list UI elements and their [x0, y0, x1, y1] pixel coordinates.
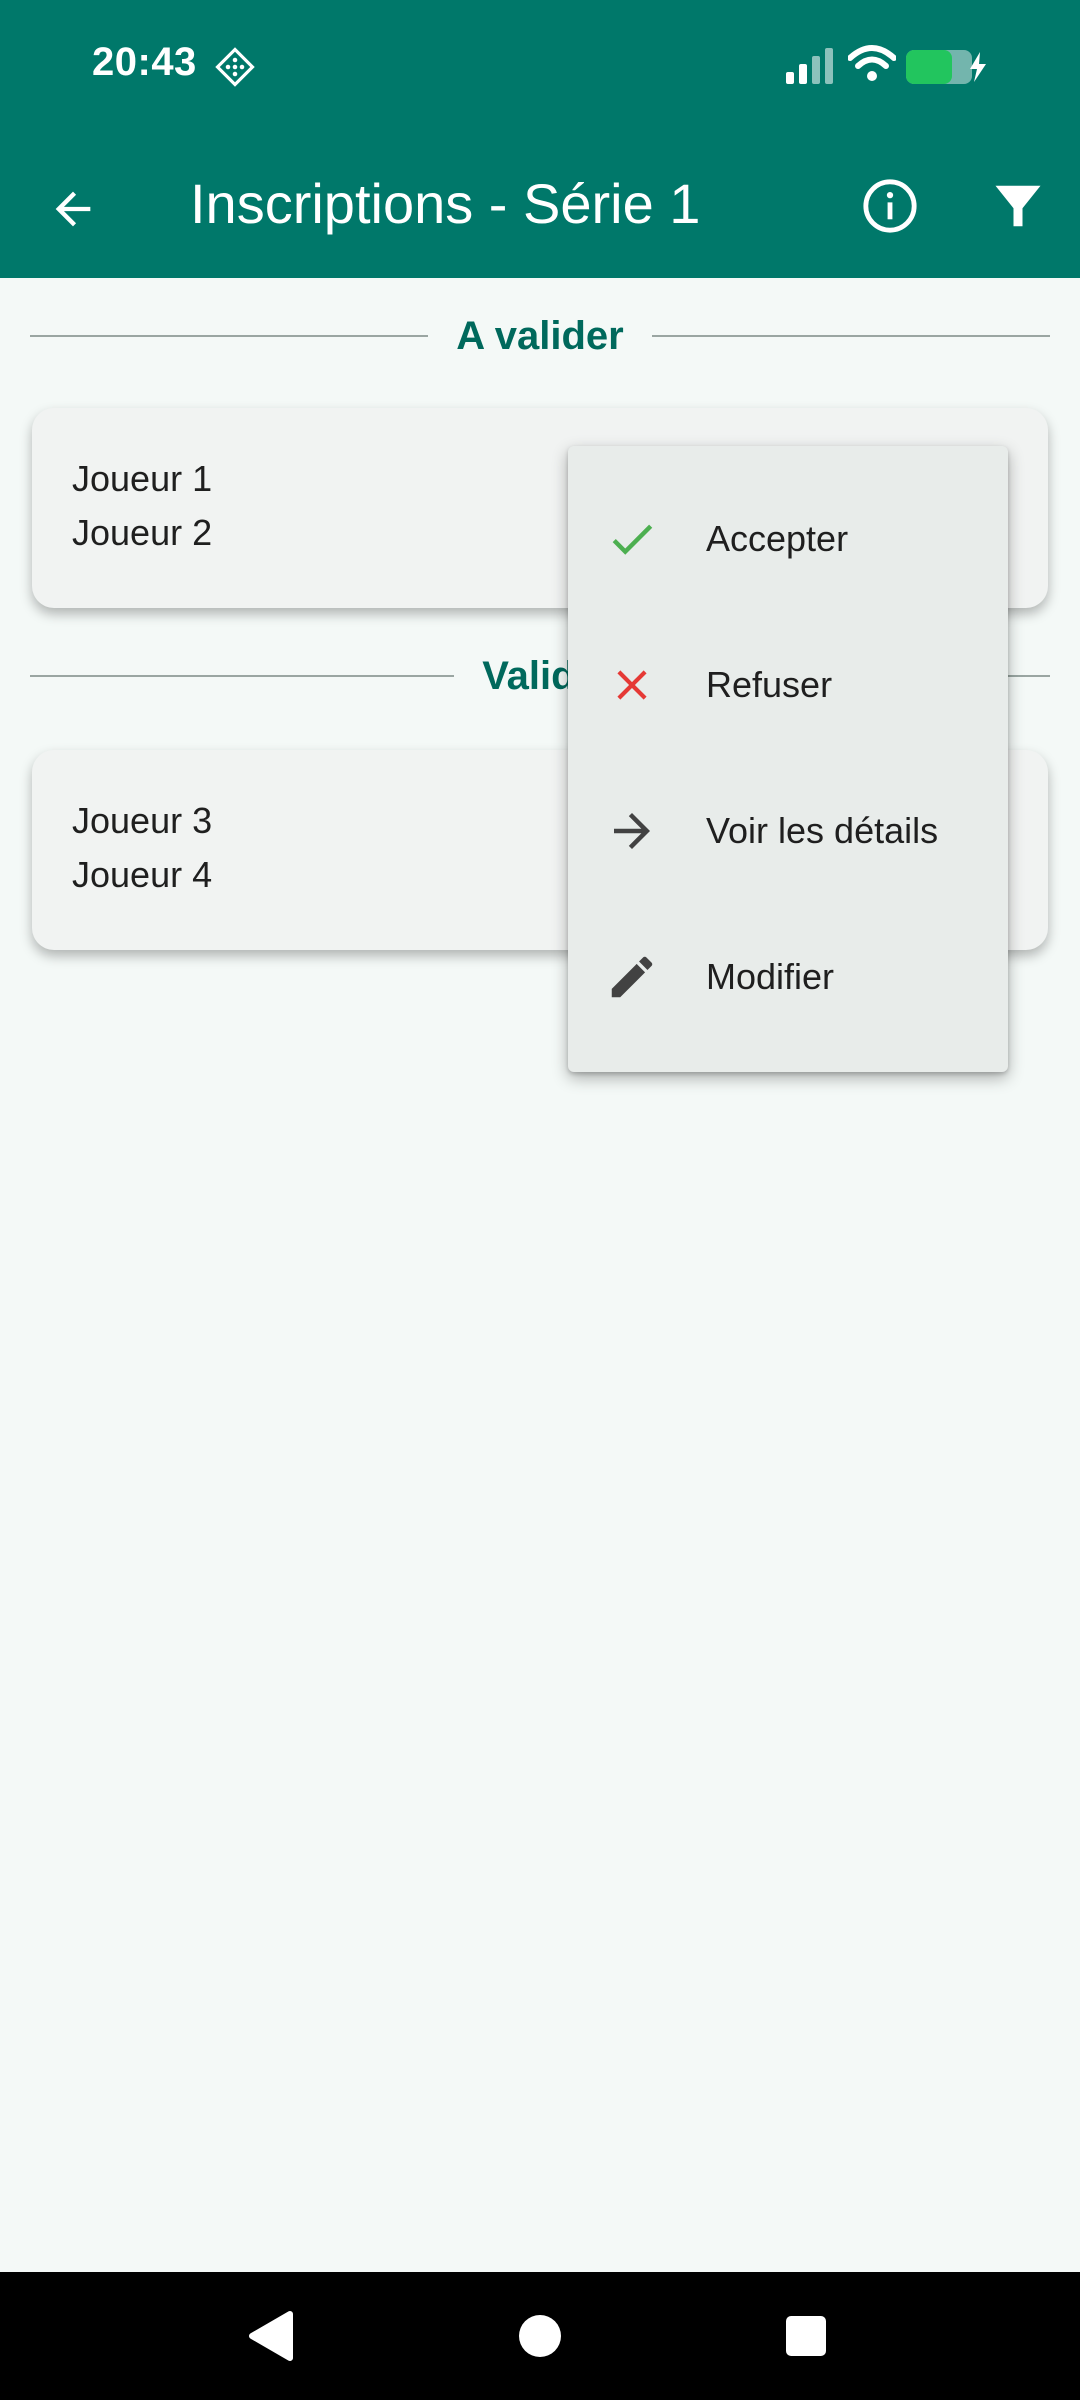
back-arrow-icon: [55, 191, 91, 227]
page-title: Inscriptions - Série 1: [190, 172, 701, 235]
divider-line: [651, 335, 1051, 337]
check-icon: [604, 511, 660, 567]
nav-recent-button[interactable]: [770, 2300, 842, 2372]
status-time: 20:43: [92, 40, 197, 84]
menu-item-label: Refuser: [706, 664, 833, 705]
info-button[interactable]: [850, 166, 930, 246]
context-menu: Accepter Refuser Voir les détails Modifi…: [568, 446, 1008, 1072]
close-icon: [604, 657, 660, 713]
status-bar: 20:43: [0, 0, 1080, 130]
battery-charging-icon: [906, 50, 986, 84]
nav-home-icon: [519, 2315, 561, 2357]
arrow-right-icon: [604, 803, 660, 859]
menu-item-accepter[interactable]: Accepter: [568, 466, 1008, 612]
nav-back-button[interactable]: [234, 2300, 306, 2372]
nav-home-button[interactable]: [504, 2300, 576, 2372]
divider-line: [30, 675, 455, 677]
player-name: Joueur 4: [72, 854, 213, 895]
menu-item-label: Accepter: [706, 518, 849, 559]
app-bar: Inscriptions - Série 1: [0, 130, 1080, 278]
signal-icon: [786, 48, 833, 84]
menu-item-label: Modifier: [706, 956, 835, 997]
menu-item-voir-details[interactable]: Voir les détails: [568, 758, 1008, 904]
section-label: A valider: [456, 313, 624, 358]
notification-icon: [215, 47, 255, 87]
menu-item-modifier[interactable]: Modifier: [568, 904, 1008, 1050]
player-name: Joueur 1: [72, 458, 213, 499]
menu-item-refuser[interactable]: Refuser: [568, 612, 1008, 758]
wifi-icon: [848, 45, 896, 81]
section-header-a-valider: A valider: [30, 306, 1051, 366]
divider-line: [30, 335, 429, 337]
menu-item-label: Voir les détails: [706, 810, 939, 851]
nav-recent-icon: [786, 2316, 826, 2356]
filter-button[interactable]: [978, 166, 1058, 246]
back-button[interactable]: [30, 166, 116, 252]
player-name: Joueur 3: [72, 800, 213, 841]
info-icon: [863, 179, 917, 233]
filter-icon: [995, 185, 1041, 227]
system-nav-bar: [0, 2272, 1080, 2400]
screen: 20:43 Inscriptions - Série 1 A valider J…: [0, 0, 1080, 2400]
edit-pencil-icon: [604, 949, 660, 1005]
player-name: Joueur 2: [72, 512, 213, 553]
nav-back-icon: [249, 2311, 293, 2361]
